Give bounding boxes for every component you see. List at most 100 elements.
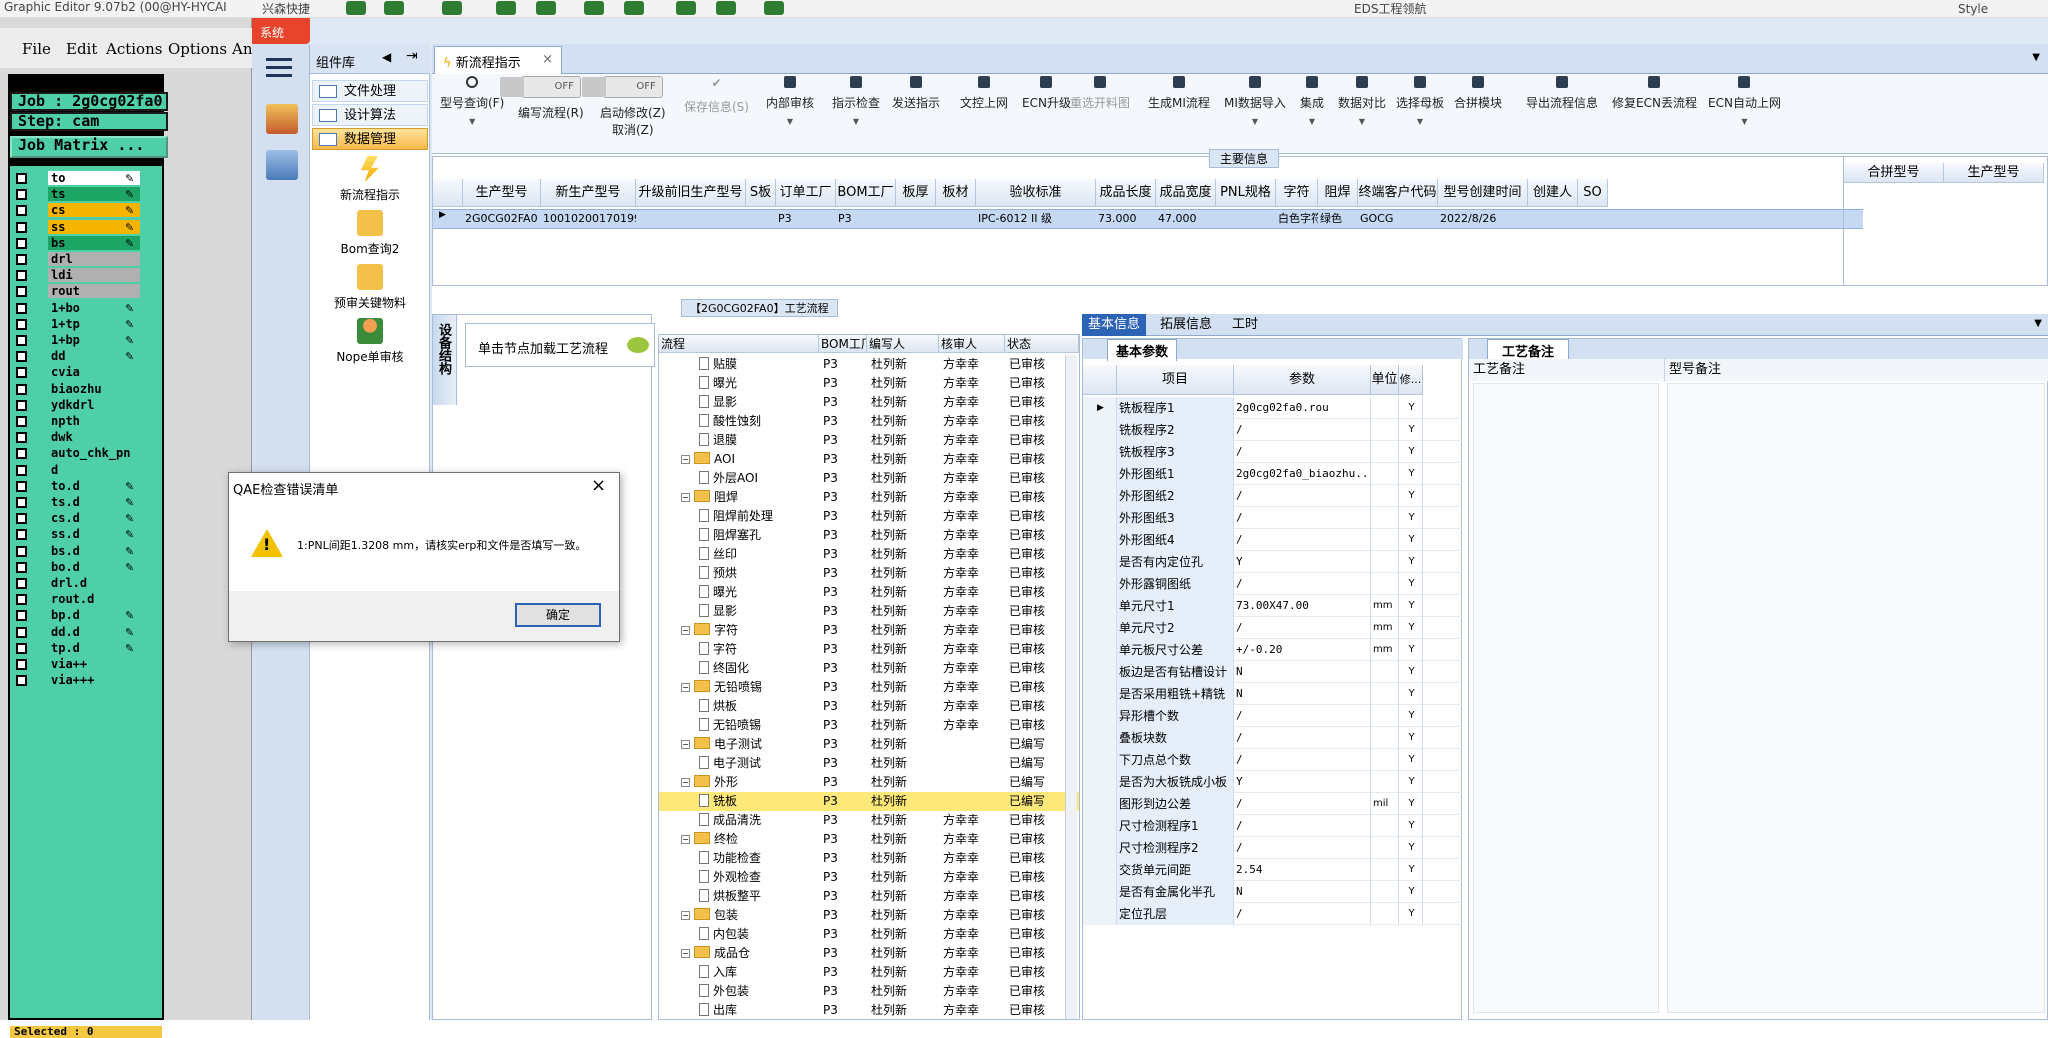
layer-name[interactable]: drl.d [48,576,140,590]
collapse-icon[interactable]: − [681,740,690,749]
layer-checkbox[interactable] [16,480,27,492]
cut-icon[interactable] [496,1,516,15]
list-item[interactable]: − AOI P3 杜列新 方幸幸 已审核 [659,450,1079,469]
flow-col-header[interactable]: 编写人 [867,335,939,353]
layer-name[interactable]: rout [48,284,140,299]
process-remark-input[interactable] [1473,383,1659,1013]
layer-checkbox[interactable] [16,399,27,411]
layer-name[interactable]: via++ [48,657,140,671]
arrow-left-icon[interactable]: ◀ [382,50,391,64]
toolbar-button-13[interactable]: 修复ECN丢流程 [1612,76,1697,111]
comp-item-design[interactable]: 设计算法 [312,104,428,126]
layer-checkbox[interactable] [16,221,27,233]
toggle-switch[interactable]: OFF [500,76,581,98]
collapse-icon[interactable]: − [681,949,690,958]
list-item[interactable]: − 无铅喷锡 P3 杜列新 方幸幸 已审核 [659,678,1079,697]
list-item[interactable]: 成品清洗 P3 杜列新 方幸幸 已审核 [659,811,1079,830]
comp-item-file[interactable]: 文件处理 [312,80,428,102]
list-item[interactable]: − 字符 P3 杜列新 方幸幸 已审核 [659,621,1079,640]
style-label[interactable]: Style [1958,2,1988,16]
tab-new-flow[interactable]: ϟ 新流程指示 × [434,46,562,74]
table-row[interactable]: 是否有金属化半孔 N Y [1083,881,1463,903]
table-row[interactable]: 是否为大板铣成小板 Y Y [1083,771,1463,793]
toolbar-button-8[interactable]: 集成 ▼ [1300,76,1324,126]
list-item[interactable]: 铣板 P3 杜列新 已编写 [659,792,1079,811]
param-value[interactable]: / [1234,573,1371,595]
layer-checkbox[interactable] [16,173,27,184]
layer-row[interactable]: ldi [10,267,162,283]
layer-row[interactable]: bp.d ✎ [10,607,162,623]
layer-row[interactable]: tp.d ✎ [10,640,162,656]
pin-icon[interactable]: ⇥ [406,48,418,64]
list-item[interactable]: 预烘 P3 杜列新 方幸幸 已审核 [659,564,1079,583]
table-row[interactable]: 单元尺寸2/mm Y [1083,617,1463,639]
menu-analysis[interactable]: An [232,40,253,58]
layer-checkbox[interactable] [16,302,27,314]
param-value[interactable]: N [1234,661,1371,683]
list-item[interactable]: 外观检查 P3 杜列新 方幸幸 已审核 [659,868,1079,887]
table-row[interactable]: 外形图纸4/ Y [1083,529,1463,551]
table-row[interactable]: 叠板块数 / Y [1083,727,1463,749]
menu-actions[interactable]: Actions [106,40,162,58]
layer-checkbox[interactable] [16,416,27,427]
toolbar-button-14[interactable]: ECN自动上网 ▼ [1708,76,1781,126]
layer-checkbox[interactable] [16,545,27,557]
main-col-header[interactable]: 成品长度 [1096,179,1156,207]
layer-row[interactable]: bs.d ✎ [10,543,162,559]
table-row[interactable]: 是否有内定位孔 Y Y [1083,551,1463,573]
toolbar-button-3[interactable]: 文控上网 [960,76,1008,111]
list-item[interactable]: 出库 P3 杜列新 方幸幸 已审核 [659,1001,1079,1019]
toolbar-button-5[interactable]: 重选开料图 [1070,76,1130,111]
save-button[interactable]: ✔ 保存信息(S) [684,76,749,115]
layer-name[interactable]: biaozhu [48,381,140,396]
layer-checkbox[interactable] [16,464,27,476]
layer-checkbox[interactable] [16,383,27,395]
layer-row[interactable]: ydkdrl [10,397,162,413]
tab-extended-info[interactable]: 拓展信息 [1154,314,1218,336]
toolbar-button-6[interactable]: 生成MI流程 [1148,76,1210,111]
layer-row[interactable]: dd ✎ [10,348,162,364]
list-item[interactable]: − 外形 P3 杜列新 已编写 [659,773,1079,792]
layer-name[interactable]: via+++ [48,673,140,688]
list-item[interactable]: 烘板 P3 杜列新 方幸幸 已审核 [659,697,1079,716]
flow-col-header[interactable]: BOM工厂 [819,335,867,353]
param-value[interactable]: Y [1234,551,1371,573]
yx-module-icon[interactable] [266,104,298,134]
param-value[interactable]: / [1234,837,1371,859]
collapse-icon[interactable]: − [681,683,690,692]
list-icon[interactable] [624,1,644,15]
layer-row[interactable]: cs ✎ [10,202,162,218]
layer-checkbox[interactable] [16,578,27,589]
layer-name[interactable]: ydkdrl [48,397,140,412]
list-item[interactable]: 丝印 P3 杜列新 方幸幸 已审核 [659,545,1079,564]
layer-row[interactable]: cs.d ✎ [10,510,162,526]
layer-row[interactable]: biaozhu [10,381,162,397]
main-col-header[interactable]: 阻焊 [1318,179,1358,207]
layer-checkbox[interactable] [16,432,27,444]
toolbar-button-9[interactable]: 数据对比 ▼ [1338,76,1386,126]
layer-checkbox[interactable] [16,270,27,282]
collapse-icon[interactable]: − [681,455,690,464]
list-item[interactable]: 字符 P3 杜列新 方幸幸 已审核 [659,640,1079,659]
start-change-toggle[interactable]: OFF 启动修改(Z) 取消(Z) [582,76,666,138]
list-item[interactable]: 外层AOI P3 杜列新 方幸幸 已审核 [659,469,1079,488]
layer-name[interactable]: ldi [48,268,140,283]
param-value[interactable]: +/-0.20 [1234,639,1371,661]
table-row[interactable]: 尺寸检测程序1/ Y [1083,815,1463,837]
list-item[interactable]: 外包装 P3 杜列新 方幸幸 已审核 [659,982,1079,1001]
layer-row[interactable]: to ✎ [10,170,162,186]
layer-checkbox[interactable] [16,675,27,687]
table-row[interactable]: 外形露铜图纸 / Y [1083,573,1463,595]
param-col-unit[interactable]: 单位 [1371,365,1399,395]
main-col-header[interactable]: PNL规格 [1216,179,1276,207]
param-value[interactable]: / [1234,507,1371,529]
query-button[interactable]: 型号查询(F) ▼ [440,76,504,126]
layer-checkbox[interactable] [16,610,27,622]
list-item[interactable]: − 阻焊 P3 杜列新 方幸幸 已审核 [659,488,1079,507]
main-col-header[interactable]: 型号创建时间 [1438,179,1528,207]
layer-checkbox[interactable] [16,513,27,525]
main-col-header[interactable]: 新生产型号 [541,179,636,207]
param-value[interactable]: 2g0cg02fa0_biaozhu... [1234,463,1371,485]
layer-row[interactable]: 1+tp ✎ [10,316,162,332]
search-icon[interactable] [346,1,366,15]
